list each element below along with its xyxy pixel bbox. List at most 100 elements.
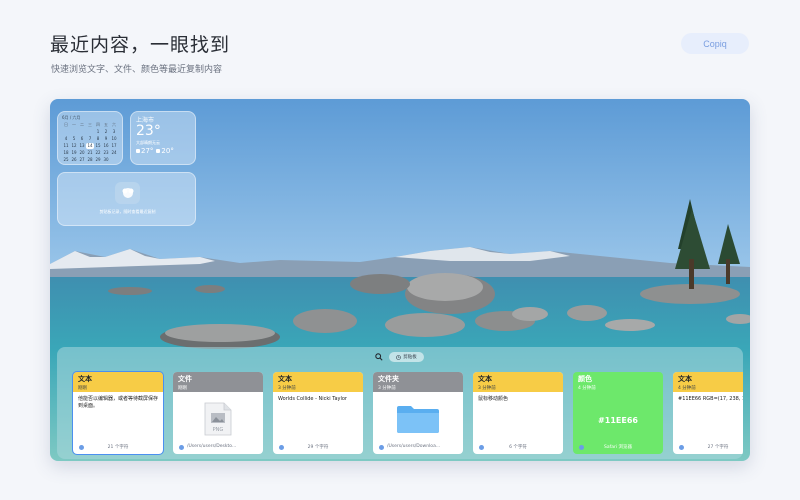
folder-icon [397, 406, 439, 433]
clip-card[interactable]: 文件夹 3 分钟前/Users/users/Downloa... [373, 372, 463, 454]
tab-clipboard[interactable]: 剪贴板 [389, 352, 424, 362]
weather-temp: 23° [136, 123, 161, 139]
calendar-day: 18 [63, 150, 69, 155]
clip-card-footer: 27 个字符 [673, 443, 743, 451]
calendar-day: 16 [103, 143, 109, 148]
clip-card[interactable]: 文本 4 分钟前 #11EE66 RGB=(17, 238, 102) 27 个字符 [673, 372, 743, 454]
clip-card-time: 刚刚 [78, 386, 87, 391]
clip-card-meta: 6 个字符 [509, 445, 527, 450]
png-file-label: PNG [213, 427, 224, 433]
calendar-day [110, 157, 118, 163]
tab-clipboard-label: 剪贴板 [403, 355, 417, 360]
calendar-day: 12 [71, 143, 77, 148]
desktop-screenshot: 6月 / 六月 日一二三四五六 1 2 3 4 5 6 7 8 9 10 11 12 13 14 15 16 17… [50, 99, 750, 461]
calendar-month: 6月 / 六月 [62, 115, 81, 120]
calendar-day: 13 [79, 143, 85, 148]
weather-desc: 大部晴朗无云 [136, 140, 160, 145]
clip-card-meta: 21 个字符 [107, 445, 129, 450]
clip-card-header: 文本 3 分钟前 [473, 372, 563, 392]
source-app-icon [379, 445, 384, 450]
menu-bar [50, 99, 750, 107]
calendar-day: 21 [87, 150, 93, 155]
clip-card-meta: 27 个字符 [707, 445, 729, 450]
clip-card[interactable]: 文本刚刚他能否以编辑器，或者等待截屏保存到桌面。 21 个字符 [72, 371, 164, 455]
calendar-day [78, 129, 86, 135]
weather-widget[interactable]: 上海市 23° 大部晴朗无云 27° 20° [130, 111, 196, 165]
calendar-day: 28 [87, 157, 93, 162]
clip-card-time: 3 分钟前 [278, 386, 296, 391]
clip-card-time: 3 分钟前 [478, 386, 496, 391]
clip-card[interactable]: 文件刚刚 PNG/Users/users/Deskto... [173, 372, 263, 454]
high-temp-icon [136, 149, 140, 153]
clip-card[interactable]: 颜色 4 分钟前 #11EE66 Safari 浏览器 [573, 372, 663, 454]
calendar-day: 4 [64, 136, 68, 141]
clip-card-type: 颜色 [578, 375, 592, 383]
calendar-day: 26 [71, 157, 77, 162]
clip-card-meta: Safari 浏览器 [604, 445, 632, 450]
clip-card-header: 颜色 4 分钟前 [573, 372, 663, 392]
calendar-day: 11 [63, 143, 69, 148]
calendar-day: 2 [104, 129, 108, 134]
calendar-day [70, 129, 78, 135]
calendar-day: 23 [103, 150, 109, 155]
clip-card-footer: 6 个字符 [473, 443, 563, 451]
clipboard-widget[interactable]: 剪贴板记录，随时查看最近复制 [57, 172, 196, 226]
clip-card-meta: /Users/users/Downloa... [387, 444, 441, 449]
low-temp-wrap: 20° [156, 147, 174, 155]
clip-card-type: 文本 [78, 375, 92, 383]
calendar-day: 10 [111, 136, 117, 141]
clip-card-time: 刚刚 [178, 386, 187, 391]
brand-button[interactable]: Copiq [681, 33, 749, 54]
clip-card-text: #11EE66 RGB=(17, 238, 102) [678, 396, 743, 402]
calendar-day: 15 [95, 143, 101, 148]
panel-toolbar: 剪贴板 [57, 352, 743, 362]
clip-card-header: 文本 3 分钟前 [273, 372, 363, 392]
clip-card-header: 文件夹 3 分钟前 [373, 372, 463, 392]
clip-card-type: 文件 [178, 375, 192, 383]
calendar-day [62, 129, 70, 135]
source-app-icon [179, 445, 184, 450]
clip-card-text: Worlds Collide - Nicki Taylor [278, 396, 347, 402]
clip-card[interactable]: 文本 3 分钟前 鼠标移动颜色 6 个字符 [473, 372, 563, 454]
clip-card-color-value: #11EE66 [598, 416, 638, 425]
calendar-day: 24 [111, 150, 117, 155]
calendar-day: 1 [96, 129, 100, 134]
calendar-day: 29 [95, 157, 101, 162]
clip-card-meta: /Users/users/Deskto... [187, 444, 237, 449]
calendar-weekday: 日 [64, 122, 68, 127]
clipboard-hint: 剪贴板记录，随时查看最近复制 [99, 209, 156, 214]
search-icon[interactable] [375, 353, 383, 361]
calendar-widget[interactable]: 6月 / 六月 日一二三四五六 1 2 3 4 5 6 7 8 9 10 11 12 13 14 15 16 17… [57, 111, 123, 165]
clip-card-text: 他能否以编辑器，或者等待截屏保存到桌面。 [78, 396, 159, 409]
low-temp-icon [156, 149, 161, 153]
calendar-day: 8 [96, 136, 100, 141]
calendar-grid: 日一二三四五六 1 2 3 4 5 6 7 8 9 10 11 12 13 14 15 16 17 18 19 20 21… [62, 122, 118, 163]
clip-card-time: 4 分钟前 [678, 386, 696, 391]
clip-card-type: 文本 [678, 375, 692, 383]
calendar-day: 6 [80, 136, 84, 141]
high-temp: 27° [141, 147, 154, 155]
clip-card-footer: /Users/users/Deskto... [173, 443, 263, 451]
calendar-weekday: 四 [96, 122, 100, 127]
clip-card-footer: 21 个字符 [73, 443, 163, 451]
low-temp: 20° [161, 147, 174, 155]
calendar-weekday: 一 [72, 122, 76, 127]
calendar-day: 20 [79, 150, 85, 155]
clip-card[interactable]: 文本 3 分钟前 Worlds Collide - Nicki Taylor 29 个… [273, 372, 363, 454]
weather-range: 27° 20° [136, 147, 190, 155]
png-file-icon: PNG [204, 402, 232, 436]
calendar-day: 30 [103, 157, 109, 162]
calendar-day: 5 [72, 136, 76, 141]
calendar-day: 9 [104, 136, 108, 141]
calendar-day: 22 [95, 150, 101, 155]
calendar-weekday: 六 [112, 122, 116, 127]
high-temp-wrap: 27° [136, 147, 153, 155]
clip-card-footer: Safari 浏览器 [573, 443, 663, 451]
clip-card-header: 文件 刚刚 [173, 372, 263, 392]
calendar-day: 17 [111, 143, 117, 148]
calendar-day: 25 [63, 157, 69, 162]
calendar-weekday: 五 [104, 122, 108, 127]
clipboard-app-icon [115, 182, 140, 204]
hero-subtitle: 快速浏览文字、文件、颜色等最近复制内容 [51, 65, 223, 75]
calendar-day: 7 [88, 136, 92, 141]
